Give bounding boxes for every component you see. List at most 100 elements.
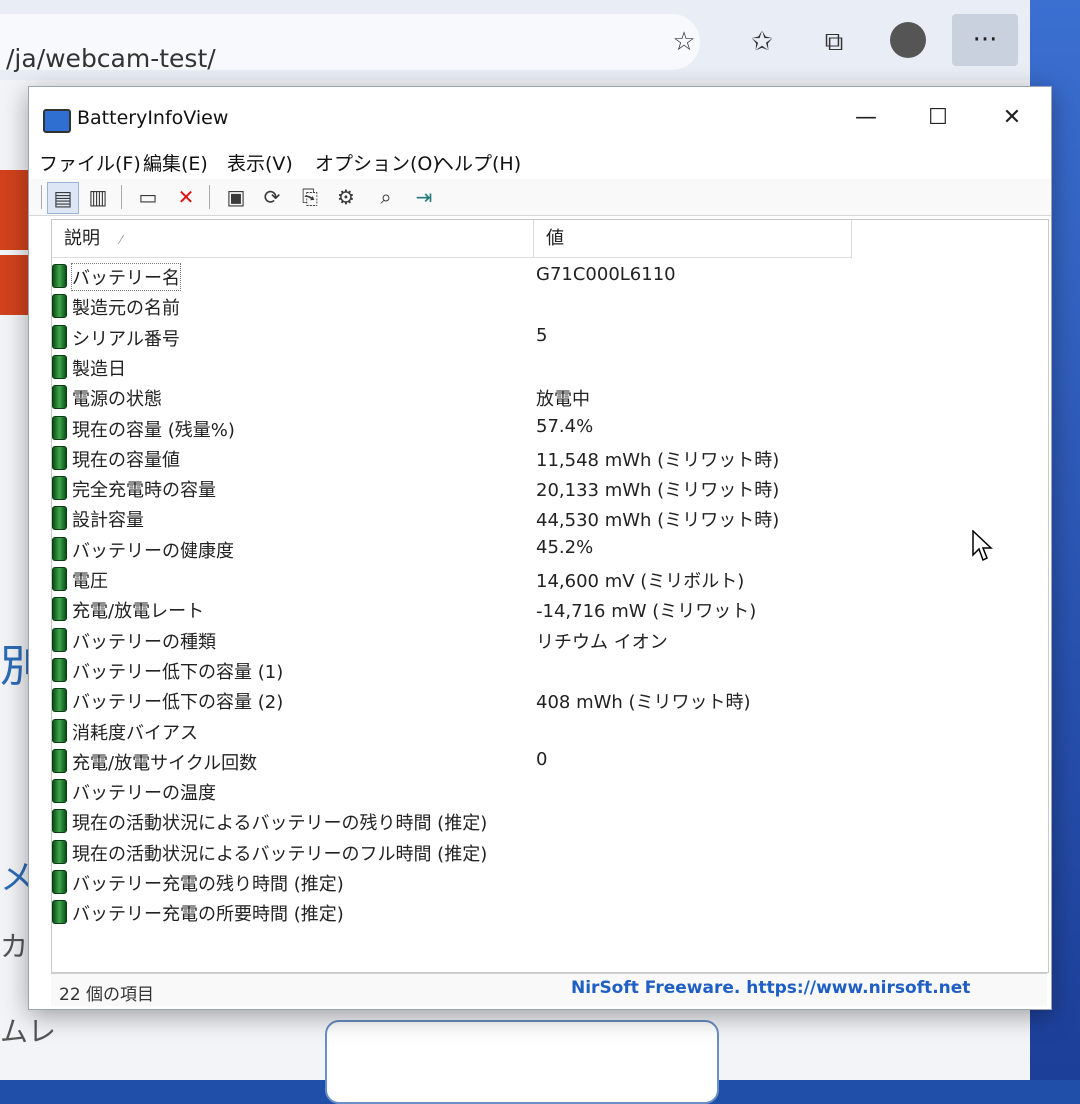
battery-icon xyxy=(52,627,67,652)
row-description: バッテリー名 xyxy=(71,263,181,291)
find-icon[interactable]: ⌕ xyxy=(371,182,401,212)
table-row[interactable]: 製造日 xyxy=(52,351,852,382)
row-value: G71C000L6110 xyxy=(536,264,676,285)
profile-icon[interactable] xyxy=(890,22,926,58)
row-value: 57.4% xyxy=(536,415,594,437)
battery-icon xyxy=(52,839,67,864)
row-description: 設計容量 xyxy=(72,510,144,532)
toolbar: ▤ ▥ ▭ ✕ ▣ ⟳ ⎘ ⚙ ⌕ ⇥ xyxy=(29,179,1051,216)
table-row[interactable]: シリアル番号 5 xyxy=(52,321,852,352)
table-row[interactable]: 現在の活動状況によるバッテリーの残り時間 (推定) xyxy=(52,805,852,836)
toolbar-separator xyxy=(209,185,210,209)
row-description: バッテリー低下の容量 (2) xyxy=(72,692,284,714)
menu-file[interactable]: ファイル(F) xyxy=(39,149,141,176)
table-row[interactable]: 設計容量 44,530 mWh (ミリワット時) xyxy=(52,502,852,533)
address-bar-url[interactable]: /ja/webcam-test/ xyxy=(6,44,216,73)
properties-icon[interactable]: ⚙ xyxy=(331,182,361,212)
address-bar[interactable]: /ja/webcam-test/ xyxy=(0,14,700,73)
battery-icon xyxy=(52,264,67,288)
title-bar[interactable]: BatteryInfoView — ☐ ✕ xyxy=(29,87,1051,145)
battery-icon xyxy=(52,506,67,531)
toolbar-separator xyxy=(41,185,42,209)
table-row[interactable]: バッテリーの温度 xyxy=(52,775,852,806)
menu-view[interactable]: 表示(V) xyxy=(227,149,293,176)
table-row[interactable]: 現在の活動状況によるバッテリーのフル時間 (推定) xyxy=(52,836,852,867)
table-row[interactable]: 電圧 14,600 mV (ミリボルト) xyxy=(52,563,852,594)
table-row[interactable]: 現在の容量 (残量%) 57.4% xyxy=(52,412,852,443)
item-count: 22 個の項目 xyxy=(59,985,155,1005)
maximize-button[interactable]: ☐ xyxy=(913,95,963,139)
save-icon[interactable]: ▣ xyxy=(221,182,251,212)
minimize-button[interactable]: — xyxy=(841,95,891,139)
row-value: 11,548 mWh (ミリワット時) xyxy=(536,449,780,471)
battery-icon xyxy=(52,748,67,773)
table-row[interactable]: 完全充電時の容量 20,133 mWh (ミリワット時) xyxy=(52,472,852,503)
column-header-description[interactable]: 説明 ⁄ xyxy=(52,220,534,258)
table-row[interactable]: バッテリー低下の容量 (1) xyxy=(52,654,852,685)
battery-info-list[interactable]: 説明 ⁄ 値 バッテリー名 G71C000L6110 製造元の名前 シリアル番号 5 製造日… xyxy=(51,219,1049,973)
battery-icon xyxy=(52,415,67,440)
row-description: 電源の状態 xyxy=(72,389,162,411)
row-description: バッテリーの種類 xyxy=(72,631,216,653)
battery-log-mode-icon[interactable]: ▥ xyxy=(83,182,113,212)
menu-help[interactable]: ヘルプ(H) xyxy=(435,149,521,176)
page-logo-fragment xyxy=(0,170,30,250)
table-row[interactable]: 現在の容量値 11,548 mWh (ミリワット時) xyxy=(52,442,852,473)
delete-icon[interactable]: ✕ xyxy=(171,182,201,212)
more-menu-button[interactable]: ··· xyxy=(952,14,1018,66)
menu-edit[interactable]: 編集(E) xyxy=(143,149,208,176)
table-row[interactable]: バッテリーの健康度 45.2% xyxy=(52,533,852,564)
favorites-icon[interactable]: ✩ xyxy=(742,22,782,62)
copy-icon[interactable]: ⎘ xyxy=(295,182,325,212)
row-description: 充電/放電レート xyxy=(72,601,205,623)
row-value: 20,133 mWh (ミリワット時) xyxy=(536,480,780,502)
row-value: 45.2% xyxy=(536,536,594,558)
status-bar: 22 個の項目 NirSoft Freeware. https://www.ni… xyxy=(51,973,1047,1006)
menu-options[interactable]: オプション(O) xyxy=(315,149,440,176)
column-header-value[interactable]: 値 xyxy=(534,220,852,258)
add-favorite-icon[interactable]: ☆ xyxy=(664,22,704,62)
row-value: 44,530 mWh (ミリワット時) xyxy=(536,510,780,532)
table-row[interactable]: バッテリー充電の残り時間 (推定) xyxy=(52,866,852,897)
row-value: 408 mWh (ミリワット時) xyxy=(536,692,751,714)
row-value: 5 xyxy=(536,324,548,346)
window-title: BatteryInfoView xyxy=(77,107,229,129)
row-description: バッテリーの健康度 xyxy=(72,540,234,562)
table-row[interactable]: バッテリー低下の容量 (2) 408 mWh (ミリワット時) xyxy=(52,684,852,715)
table-row[interactable]: 充電/放電サイクル回数 0 xyxy=(52,745,852,776)
row-value: -14,716 mW (ミリワット) xyxy=(536,601,757,623)
row-description: バッテリーの温度 xyxy=(72,783,216,805)
battery-icon xyxy=(52,324,67,349)
battery-icon xyxy=(52,718,67,743)
row-description: 完全充電時の容量 xyxy=(72,480,216,502)
row-value: 14,600 mV (ミリボルト) xyxy=(536,571,745,592)
battery-info-mode-icon[interactable]: ▤ xyxy=(47,182,79,214)
table-row[interactable]: 製造元の名前 xyxy=(52,290,852,321)
table-row[interactable]: 電源の状態 放電中 xyxy=(52,381,852,412)
toolbar-separator xyxy=(121,185,122,209)
battery-icon xyxy=(52,476,67,501)
row-description: バッテリー充電の所要時間 (推定) xyxy=(72,904,344,926)
row-description: 現在の活動状況によるバッテリーの残り時間 (推定) xyxy=(72,813,488,835)
close-button[interactable]: ✕ xyxy=(987,95,1037,139)
collections-icon[interactable]: ⧉ xyxy=(814,22,854,62)
refresh-icon[interactable]: ⟳ xyxy=(257,182,287,212)
nirsoft-link[interactable]: NirSoft Freeware. https://www.nirsoft.ne… xyxy=(571,978,970,998)
table-row[interactable]: バッテリー名 G71C000L6110 xyxy=(52,260,852,291)
row-description: 現在の容量値 xyxy=(72,449,180,471)
row-description: 現在の活動状況によるバッテリーのフル時間 (推定) xyxy=(72,843,488,865)
battery-icon xyxy=(52,870,67,894)
page-panel xyxy=(325,1020,719,1104)
exit-icon[interactable]: ⇥ xyxy=(409,182,439,212)
row-value: 放電中 xyxy=(536,389,590,411)
table-row[interactable]: 消耗度バイアス xyxy=(52,715,852,746)
page-logo-fragment xyxy=(0,255,30,315)
battery-icon xyxy=(52,809,67,834)
table-row[interactable]: バッテリー充電の所要時間 (推定) xyxy=(52,896,852,927)
row-description: 製造日 xyxy=(72,358,126,380)
window-icon[interactable]: ▭ xyxy=(133,182,163,212)
mouse-cursor-icon xyxy=(972,530,993,562)
table-row[interactable]: バッテリーの種類 リチウム イオン xyxy=(52,624,852,655)
menu-bar: ファイル(F) 編集(E) 表示(V) オプション(O) ヘルプ(H) xyxy=(29,145,1051,177)
table-row[interactable]: 充電/放電レート -14,716 mW (ミリワット) xyxy=(52,593,852,624)
